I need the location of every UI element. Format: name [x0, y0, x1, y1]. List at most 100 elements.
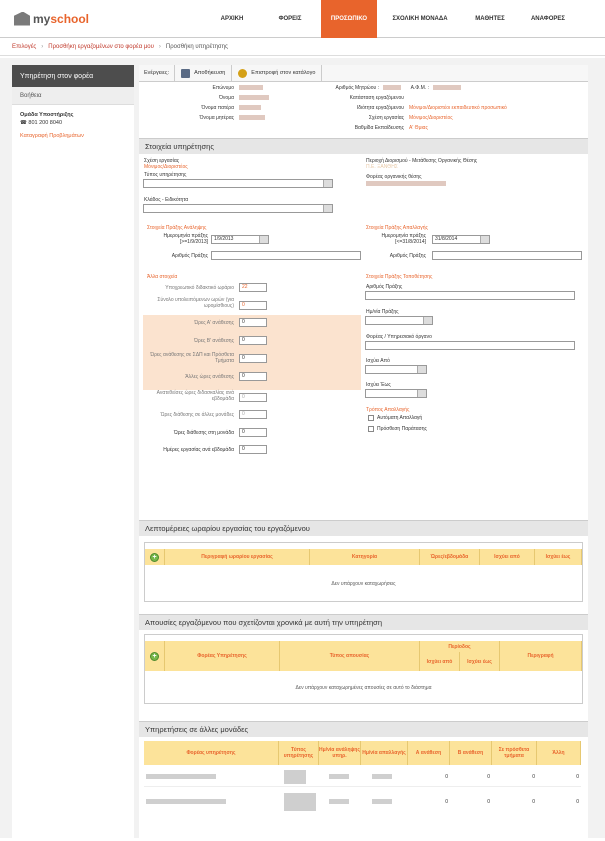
other-units-hours-input[interactable]: 0	[239, 410, 267, 419]
header: myschool ΑΡΧΙΚΗ ΦΟΡΕΙΣ ΠΡΟΣΩΠΙΚΟ ΣΧΟΛΙΚΗ…	[0, 0, 605, 38]
add-absence-icon[interactable]: +	[150, 651, 159, 661]
branch-select[interactable]	[143, 204, 333, 213]
unit-hours-label: Ώρες διάθεσης στη μονάδα	[173, 430, 234, 436]
b-assign-label: Ώρες Β' ανάθεσης	[194, 338, 234, 344]
absences-table: + Φορέας Υπηρέτησης Τύπος απουσίας Περίο…	[144, 634, 583, 704]
table-row: 0 0 0 0	[144, 767, 581, 787]
col-category: Κατηγορία	[310, 549, 420, 565]
afm-label: Α.Φ.Μ. :	[410, 85, 429, 91]
work-days-input[interactable]: 0	[239, 445, 267, 454]
assume-date-value: 1/9/2013	[214, 236, 234, 242]
sidebar-title: Υπηρέτηση στον φορέα	[12, 65, 134, 87]
auto-release-checkbox[interactable]	[368, 415, 374, 421]
release-date-picker[interactable]: 31/8/2014	[432, 235, 490, 244]
weekly-hours-input[interactable]: 0	[239, 393, 267, 402]
work-days-label: Ημέρες εργασίας ανά εβδομάδα	[163, 447, 234, 453]
col-unit-org: Φορέας υπηρέτησης	[144, 741, 279, 765]
name-value	[239, 95, 269, 101]
extend-checkbox[interactable]	[368, 426, 374, 432]
other-units-table: Φορέας υπηρέτησης Τύπος υπηρέτησης Ημ/νί…	[144, 741, 583, 841]
assume-date-picker[interactable]: 1/9/2013	[211, 235, 269, 244]
placement-no-input[interactable]	[365, 291, 575, 300]
other-assign-input[interactable]: 0	[239, 372, 267, 381]
b-assign-input[interactable]: 0	[239, 336, 267, 345]
weekly-hours-label: Ανατεθείσες ώρες διδασκαλίας ανά εβδομάδ…	[156, 390, 234, 402]
nav-organizations[interactable]: ΦΟΡΕΙΣ	[263, 0, 317, 38]
zep-input[interactable]: 0	[239, 354, 267, 363]
a-assign-input[interactable]: 0	[239, 318, 267, 327]
specialty-value: Μόνιμοι/Διοριστέοι εκπαιδευτικό προσωπικ…	[409, 105, 507, 111]
assume-no-input[interactable]	[211, 251, 361, 260]
nav-home[interactable]: ΑΡΧΙΚΗ	[205, 0, 259, 38]
logo[interactable]: myschool	[0, 11, 205, 26]
reg-no-value	[383, 85, 401, 91]
breadcrumb: Επιλογές › Προσθήκη εργαζομένων στο φορέα…	[0, 38, 605, 56]
add-schedule-cell: +	[145, 549, 165, 565]
valid-from-label: Ισχύει Από	[366, 358, 390, 364]
valid-to-picker[interactable]	[365, 389, 427, 398]
cell-a: 0	[445, 774, 448, 780]
org-unit-label: Φορέας οργανικής θέσης	[366, 174, 422, 180]
col-unit-b: Β ανάθεση	[450, 741, 492, 765]
father-value	[239, 105, 261, 111]
schedule-table: + Περιγραφή ωραρίου εργασίας Κατηγορία Ώ…	[144, 542, 583, 602]
schedule-empty-message: Δεν υπάρχουν καταχωρήσεις	[331, 581, 396, 587]
assume-date-hint: [>=1/9/2013]	[179, 239, 208, 245]
release-date-value: 31/8/2014	[435, 236, 458, 242]
breadcrumb-item-current: Προσθήκη υπηρέτησης	[165, 43, 228, 50]
breadcrumb-item-add-staff[interactable]: Προσθήκη εργαζομένων στο φορέα μου	[48, 44, 154, 50]
release-reason-title: Τρόπος Απαλλαγής	[366, 407, 410, 413]
breadcrumb-separator: ›	[158, 43, 161, 50]
col-absence-from: Ισχύει από	[420, 652, 460, 671]
schedule-section-title: Λεπτομέρειες ωραρίου εργασίας του εργαζό…	[139, 520, 588, 536]
nav-school-unit[interactable]: ΣΧΟΛΙΚΗ ΜΟΝΑΔΑ	[381, 0, 459, 38]
unit-type-redacted	[284, 793, 316, 811]
hours-value: 22	[242, 284, 248, 290]
sidebar: Υπηρέτηση στον φορέα Βοήθεια Ομάδα Υποστ…	[12, 65, 134, 838]
reg-no-label: Αριθμός Μητρώου :	[335, 85, 380, 91]
other-units-hours-label: Ώρες διάθεσης σε άλλες μονάδες	[160, 412, 234, 418]
unit-hours-input[interactable]: 0	[239, 428, 267, 437]
placement-date-picker[interactable]	[365, 316, 433, 325]
a-assign-value: 0	[242, 319, 245, 325]
placement-org-input[interactable]	[365, 341, 575, 350]
release-no-input[interactable]	[432, 251, 582, 260]
nav-students[interactable]: ΜΑΘΗΤΕΣ	[463, 0, 517, 38]
weekly-hours-value: 0	[242, 394, 245, 400]
content-area: Υπηρέτηση στον φορέα Βοήθεια Ομάδα Υποστ…	[0, 58, 605, 841]
service-type-select[interactable]	[143, 179, 333, 188]
col-unit-a: Α ανάθεση	[408, 741, 450, 765]
relation-value: Μόνιμος/Διοριστέος	[409, 115, 453, 121]
save-button[interactable]: Αποθήκευση	[175, 65, 233, 81]
remaining-input[interactable]: 0	[239, 301, 267, 310]
nav-staff[interactable]: ΠΡΟΣΩΠΙΚΟ	[321, 0, 377, 38]
cell-b: 0	[487, 774, 490, 780]
assume-title: Στοιχεία Πράξης Ανάληψης	[147, 225, 207, 231]
breadcrumb-item-options[interactable]: Επιλογές	[12, 44, 36, 50]
category-label: Κατάσταση εργαζόμενου	[349, 95, 404, 101]
release-no-label: Αριθμός Πράξης	[389, 253, 426, 259]
col-absence-to: Ισχύει έως	[460, 652, 500, 671]
logo-text: myschool	[33, 11, 90, 26]
auto-release-label: Αυτόματη Απαλλαγή	[377, 415, 423, 421]
issues-link[interactable]: Καταγραφή Προβλημάτων	[12, 133, 134, 139]
other-units-section-title: Υπηρετήσεις σε άλλες μονάδες	[139, 721, 588, 737]
sidebar-help-link[interactable]: Βοήθεια	[12, 87, 134, 105]
grade-value: Α' Θμιας	[409, 125, 428, 131]
mother-value	[239, 115, 265, 121]
remaining-label: Σύνολο υπολειπόμενων ωρών (για ωρομίσθιο…	[157, 297, 234, 309]
valid-from-picker[interactable]	[365, 365, 427, 374]
hours-input[interactable]: 22	[239, 283, 267, 292]
valid-to-label: Ισχύει Έως	[366, 382, 391, 388]
col-absence-type: Τύπος απουσίας	[280, 641, 420, 671]
work-days-value: 0	[242, 446, 245, 452]
table-row: 0 0 0 0	[144, 788, 581, 816]
back-button[interactable]: Επιστροφή στον κατάλογο	[232, 65, 323, 81]
nav-reports[interactable]: ΑΝΑΦΟΡΕΣ	[521, 0, 575, 38]
col-valid-from: Ισχύει από	[480, 549, 535, 565]
add-schedule-icon[interactable]: +	[150, 552, 159, 562]
mother-label: Όνομα μητέρας	[199, 115, 234, 121]
cell-a: 0	[445, 799, 448, 805]
org-area-value: Π.Ε. ΞΑΝΘΗΣ	[366, 164, 398, 170]
unit-name-redacted	[146, 774, 216, 779]
